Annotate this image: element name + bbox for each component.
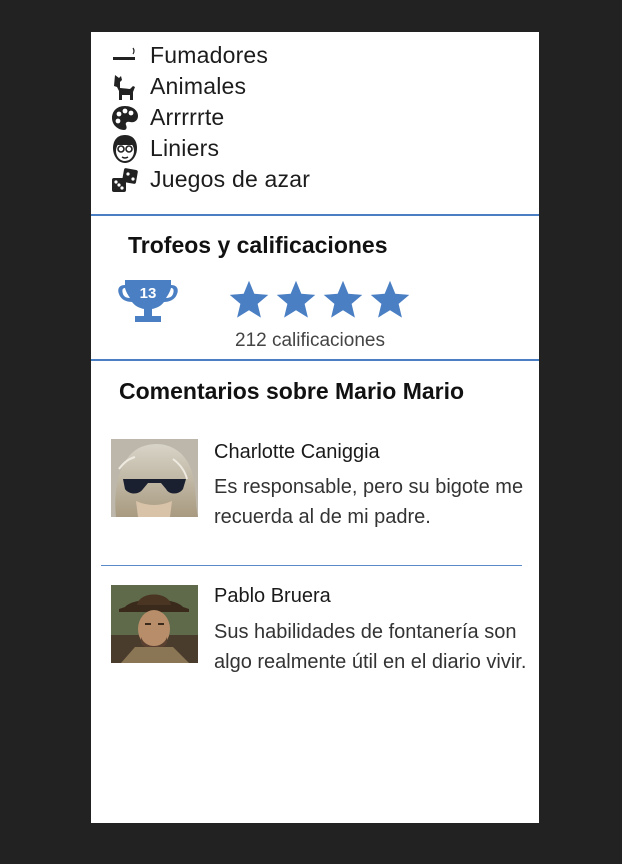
pref-item-fumadores: Fumadores [109,40,310,71]
pref-item-liniers: Liniers [109,133,310,164]
dog-icon [109,73,141,101]
pref-label: Arrrrrte [150,104,225,130]
pref-label: Fumadores [150,42,269,68]
star-rating [227,278,412,322]
star-icon [229,280,269,318]
pref-item-arte: Arrrrrte [109,102,310,133]
pref-label: Liniers [150,135,220,161]
pref-label: Animales [150,73,247,99]
star-icon [276,280,316,318]
comment-text-line: algo realmente útil en el diario vivir. [214,651,527,673]
palette-icon [109,104,141,132]
pref-item-juegos: Juegos de azar [109,164,310,195]
trophy-count: 13 [140,285,157,302]
pref-item-animales: Animales [109,71,310,102]
profile-card: Fumadores Animales Arrrrrte Liniers Jueg… [91,32,539,823]
comment-text: Sus habilidades de fontanería son algo r… [214,617,539,677]
trophy-icon: 13 [117,276,179,326]
cigarette-icon [109,42,141,70]
comment-text-line: Sus habilidades de fontanería son [214,621,517,643]
rating-count: 212 calificaciones [235,330,385,351]
star-icon [370,280,410,318]
section-divider [91,359,539,361]
comment-divider [101,565,522,566]
avatar[interactable] [111,439,198,517]
comments-title: Comentarios sobre Mario Mario [119,378,465,404]
star-icon [323,280,363,318]
pref-label: Juegos de azar [150,166,311,192]
preferences-list: Fumadores Animales Arrrrrte Liniers Jueg… [109,40,310,195]
avatar[interactable] [111,585,198,663]
comment-author: Charlotte Caniggia [214,441,380,463]
comment-text: Es responsable, pero su bigote me recuer… [214,472,539,532]
trophies-title: Trofeos y calificaciones [128,232,388,258]
liniers-face-icon [109,134,141,163]
dice-icon [109,166,141,194]
comment-text-line: Es responsable, pero su bigote me [214,476,524,498]
comment-author: Pablo Bruera [214,585,331,607]
section-divider [91,214,539,216]
comment-text-line: recuerda al de mi padre. [214,506,431,528]
